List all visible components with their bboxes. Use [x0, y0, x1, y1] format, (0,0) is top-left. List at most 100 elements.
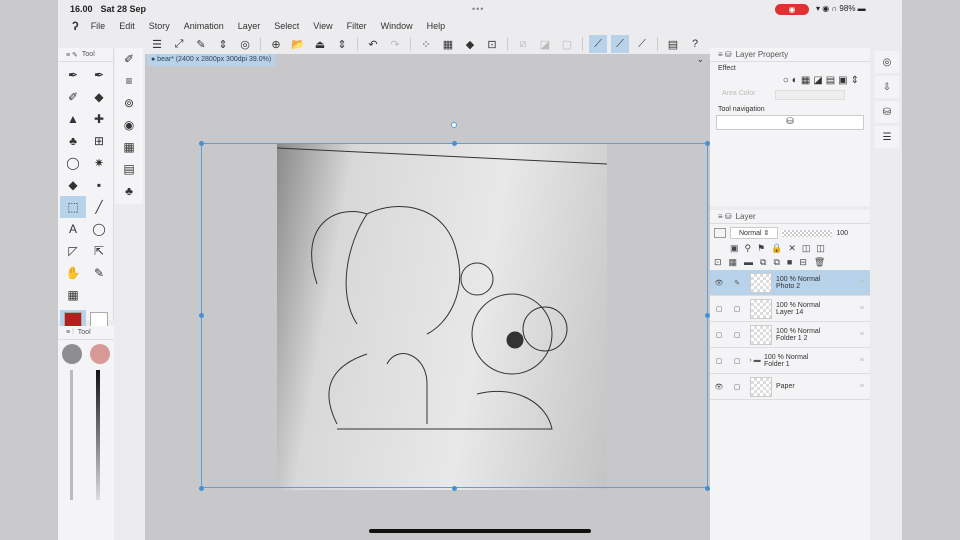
drag-handle-icon[interactable]: ≡: [860, 305, 864, 312]
tool-8-icon[interactable]: ◯: [60, 152, 86, 174]
tool-17-icon[interactable]: ⇱: [86, 240, 112, 262]
transform-handle[interactable]: [452, 486, 457, 491]
tool-6-icon[interactable]: ♣: [60, 130, 86, 152]
toolbar-button-18-icon[interactable]: ⟋: [589, 35, 607, 53]
toolbar-button-8-icon[interactable]: ⇕: [333, 35, 351, 53]
tool-19-icon[interactable]: ✎: [86, 262, 112, 284]
tool-property-tab[interactable]: ≡ ⫶ Tool: [58, 326, 114, 340]
transform-handle[interactable]: [199, 486, 204, 491]
toolbar-button-14-icon[interactable]: ⊡: [483, 35, 501, 53]
toolbar-button-10-icon[interactable]: ↷: [386, 35, 404, 53]
toolbar-button-17-icon[interactable]: ▢: [558, 35, 576, 53]
subtool-4-icon[interactable]: ▦: [115, 136, 143, 158]
tool-15-icon[interactable]: ◯: [86, 218, 112, 240]
visibility-toggle-icon[interactable]: 👁: [710, 383, 728, 391]
toolbar-button-20-icon[interactable]: ⟋: [633, 35, 651, 53]
tool-9-icon[interactable]: ✷: [86, 152, 112, 174]
tool-14-icon[interactable]: A: [60, 218, 86, 240]
subtool-0-icon[interactable]: ✐: [115, 48, 143, 70]
tool-18-icon[interactable]: ✋: [60, 262, 86, 284]
tool-10-icon[interactable]: ◆: [60, 174, 86, 196]
opacity-value[interactable]: 100: [836, 230, 848, 237]
canvas-area[interactable]: ● bear* (2400 x 2800px 300dpi 39.0%) ⌄: [145, 54, 710, 540]
layer-actions-row[interactable]: ⊡▦▬⧉⧉■⊟🗑: [710, 255, 870, 270]
visibility-toggle-icon[interactable]: ▢: [710, 357, 728, 365]
edit-lock-icon[interactable]: ▢: [728, 331, 746, 339]
transform-bounding-box[interactable]: [201, 143, 708, 488]
toolbar-button-13-icon[interactable]: ◆: [461, 35, 479, 53]
layer-row[interactable]: ▢ ▢ 100 % Normal Folder 1 2 ≡: [710, 322, 870, 348]
layer-row[interactable]: 👁 ✎ 100 % Normal Photo 2 ≡: [710, 270, 870, 296]
tool-navigation-button[interactable]: ⛁: [716, 115, 864, 130]
tool-1-icon[interactable]: ✒: [86, 64, 112, 86]
rotate-handle[interactable]: [451, 122, 457, 128]
subtool-2-icon[interactable]: ⊚: [115, 92, 143, 114]
visibility-toggle-icon[interactable]: ▢: [710, 331, 728, 339]
edit-lock-icon[interactable]: ✎: [728, 279, 746, 287]
drag-handle-icon[interactable]: ≡: [860, 383, 864, 390]
toolbar-button-6-icon[interactable]: 📂: [289, 35, 307, 53]
drag-handle-icon[interactable]: ≡: [860, 279, 864, 286]
navigator-icon[interactable]: ◎: [875, 51, 899, 73]
import-icon[interactable]: ⇩: [875, 76, 899, 98]
collapse-chevron-icon[interactable]: ⌄: [696, 54, 704, 65]
screen-record-indicator[interactable]: ◉: [775, 4, 809, 15]
toolbar-button-16-icon[interactable]: ◪: [536, 35, 554, 53]
drag-handle-icon[interactable]: ≡: [860, 331, 864, 338]
app-logo-icon[interactable]: ʔ: [72, 19, 79, 33]
tool-4-icon[interactable]: ▲: [60, 108, 86, 130]
document-tab[interactable]: ● bear* (2400 x 2800px 300dpi 39.0%): [147, 54, 276, 66]
tool-13-icon[interactable]: ╱: [86, 196, 112, 218]
toolbar-button-7-icon[interactable]: ⏏: [311, 35, 329, 53]
subtool-1-icon[interactable]: ≡: [115, 70, 143, 92]
transform-handle[interactable]: [199, 313, 204, 318]
folder-expand-icon[interactable]: › ▬: [746, 357, 764, 364]
color-circle-pink[interactable]: [90, 344, 110, 364]
visibility-toggle-icon[interactable]: ▢: [710, 305, 728, 313]
edit-lock-icon[interactable]: ▢: [728, 357, 746, 365]
tool-7-icon[interactable]: ⊞: [86, 130, 112, 152]
visibility-toggle-icon[interactable]: 👁: [710, 279, 728, 287]
tool-5-icon[interactable]: ✚: [86, 108, 112, 130]
home-indicator[interactable]: [369, 529, 591, 533]
menu-help[interactable]: Help: [427, 21, 446, 31]
toolbar-button-12-icon[interactable]: ▦: [439, 35, 457, 53]
toolbar-button-21-icon[interactable]: ▤: [664, 35, 682, 53]
tool-11-icon[interactable]: ▪: [86, 174, 112, 196]
menu-select[interactable]: Select: [274, 21, 299, 31]
edit-lock-icon[interactable]: ▢: [728, 305, 746, 313]
toolbar-button-0-icon[interactable]: ☰: [148, 35, 166, 53]
toolbar-button-22-icon[interactable]: ?: [686, 35, 704, 53]
menu-filter[interactable]: Filter: [347, 21, 367, 31]
edit-lock-icon[interactable]: ▢: [728, 383, 746, 391]
menu-layer[interactable]: Layer: [238, 21, 261, 31]
blend-mode-select[interactable]: Normal ⇕: [730, 227, 779, 239]
layer-options-row[interactable]: ▣⚲⚑🔒✕◫◫: [710, 242, 870, 255]
brush-size-slider[interactable]: [70, 370, 73, 500]
toolbar-button-9-icon[interactable]: ↶: [364, 35, 382, 53]
menu-story[interactable]: Story: [149, 21, 170, 31]
layer-row[interactable]: ▢ ▢ › ▬ 100 % Normal Folder 1 ≡: [710, 348, 870, 374]
layer-property-icon[interactable]: ⛁: [875, 101, 899, 123]
menu-view[interactable]: View: [313, 21, 332, 31]
effect-buttons[interactable]: ○◐▦◪▤▣⇕: [710, 75, 870, 86]
subtool-3-icon[interactable]: ◉: [115, 114, 143, 136]
toolbar-button-19-icon[interactable]: ⟋: [611, 35, 629, 53]
subtool-6-icon[interactable]: ♣: [115, 180, 143, 202]
layer-icon[interactable]: ☰: [875, 126, 899, 148]
menu-file[interactable]: File: [91, 21, 106, 31]
opacity-slider[interactable]: [782, 229, 833, 237]
drag-handle-icon[interactable]: ≡: [860, 357, 864, 364]
layer-tab[interactable]: ≡ ⛁ Layer: [710, 210, 870, 224]
multitask-dots[interactable]: •••: [472, 4, 484, 14]
toolbar-button-1-icon[interactable]: ⤢: [170, 35, 188, 53]
layer-row[interactable]: 👁 ▢ Paper ≡: [710, 374, 870, 400]
toolbar-button-2-icon[interactable]: ✎: [192, 35, 210, 53]
transform-handle[interactable]: [452, 141, 457, 146]
menu-animation[interactable]: Animation: [184, 21, 224, 31]
color-circle-gray[interactable]: [62, 344, 82, 364]
menu-window[interactable]: Window: [381, 21, 413, 31]
color-mode-toggle[interactable]: [714, 228, 726, 238]
tool-panel-tab[interactable]: ≡ ✎ Tool: [58, 48, 113, 62]
tool-2-icon[interactable]: ✐: [60, 86, 86, 108]
